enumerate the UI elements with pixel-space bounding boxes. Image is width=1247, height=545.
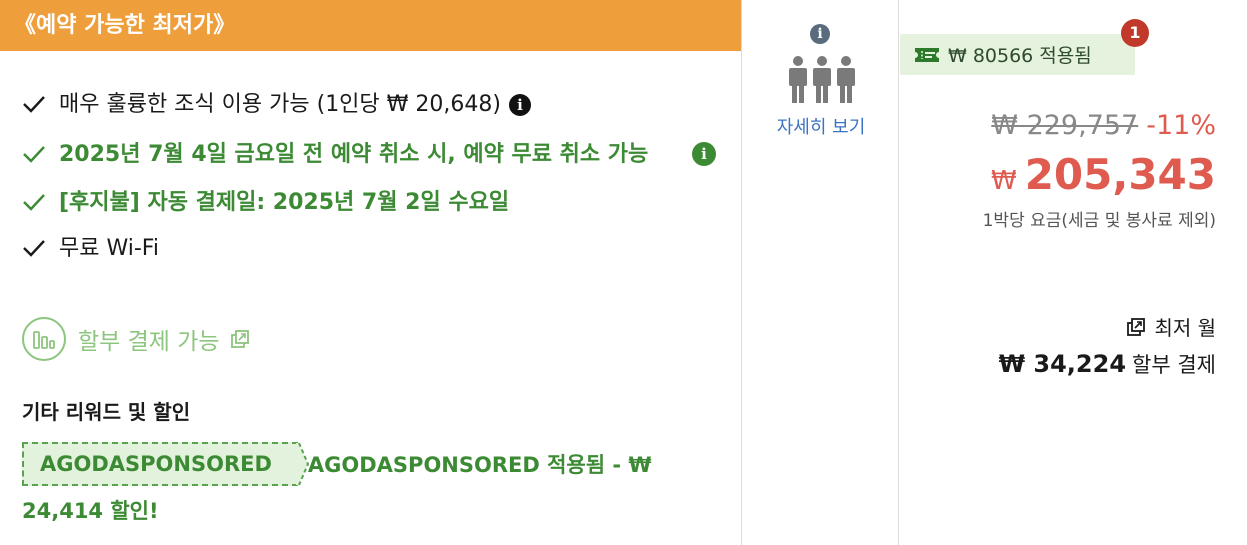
promo-count-badge: 1: [1121, 19, 1149, 47]
discount-percent: -11%: [1146, 110, 1216, 141]
price-amount: 205,343: [1024, 150, 1216, 199]
bar-chart-circle-icon: [22, 317, 66, 361]
installment-label: 할부 결제 가능: [78, 329, 220, 355]
coupon-row: AGODASPONSORED AGODASPONSORED 적용됨 - ₩ 24…: [22, 442, 722, 534]
final-price: ₩205,343: [991, 150, 1216, 199]
wifi-benefit: 무료 Wi-Fi: [22, 230, 722, 268]
pay-later-benefit: [후지불] 자동 결제일: 2025년 7월 2일 수요일: [22, 184, 722, 222]
monthly-label: 할부 결제: [1132, 353, 1216, 377]
check-icon: [23, 146, 45, 163]
details-link[interactable]: 자세히 보기: [766, 112, 876, 144]
info-icon[interactable]: i: [810, 24, 830, 44]
breakfast-benefit: 매우 훌륭한 조식 이용 가능 (1인당 ₩ 20,648) i: [22, 86, 722, 124]
check-icon: [23, 96, 45, 113]
original-price-row: ₩ 229,757 -11%: [991, 110, 1216, 141]
check-icon: [23, 240, 45, 257]
occupancy-panel: i 자세히 보기: [741, 0, 899, 545]
ticket-icon: [915, 47, 939, 62]
original-price: ₩ 229,757: [991, 110, 1139, 141]
coupon-code-tag: AGODASPONSORED: [22, 442, 309, 486]
promo-text: ₩ 80566 적용됨: [948, 45, 1092, 67]
room-offer-panel: 《예약 가능한 최저가》 매우 훌륭한 조식 이용 가능 (1인당 ₩ 20,6…: [0, 0, 741, 545]
installment-link[interactable]: 할부 결제 가능: [22, 316, 250, 362]
wifi-text: 무료 Wi-Fi: [59, 236, 159, 261]
best-price-banner: 《예약 가능한 최저가》: [0, 0, 741, 51]
price-note: 1박당 요금(세금 및 봉사료 제외): [982, 211, 1216, 231]
lowest-monthly-link[interactable]: 최저 월: [1126, 312, 1216, 341]
breakfast-text: 매우 훌륭한 조식 이용 가능 (1인당 ₩ 20,648): [59, 92, 501, 117]
cancellation-text: 2025년 7월 4일 금요일 전 예약 취소 시, 예약 무료 취소 가능: [59, 142, 649, 167]
currency-symbol: ₩: [990, 166, 1017, 196]
monthly-amount: ₩ 34,224: [998, 350, 1127, 378]
benefits-list: 매우 훌륭한 조식 이용 가능 (1인당 ₩ 20,648) i 2025년 7월…: [22, 86, 722, 268]
lowest-monthly-label: 최저 월: [1154, 316, 1216, 340]
coupon-code: AGODASPONSORED: [40, 452, 272, 476]
promo-applied-tag[interactable]: ₩ 80566 적용됨: [900, 34, 1135, 75]
price-panel: ₩ 80566 적용됨 1 ₩ 229,757 -11% ₩205,343 1박당…: [900, 0, 1247, 545]
check-icon: [23, 194, 45, 211]
external-link-icon: [230, 330, 249, 348]
free-cancellation-benefit: 2025년 7월 4일 금요일 전 예약 취소 시, 예약 무료 취소 가능 i: [22, 136, 722, 174]
monthly-installment: ₩ 34,224 할부 결제: [999, 349, 1216, 379]
people-icon: [789, 56, 855, 103]
info-icon[interactable]: i: [508, 94, 531, 116]
external-link-icon: [1127, 317, 1146, 336]
pay-later-text: [후지불] 자동 결제일: 2025년 7월 2일 수요일: [59, 190, 510, 215]
rewards-title: 기타 리워드 및 할인: [22, 400, 191, 424]
info-icon[interactable]: i: [692, 142, 716, 166]
tag-notch-icon: [295, 442, 309, 486]
